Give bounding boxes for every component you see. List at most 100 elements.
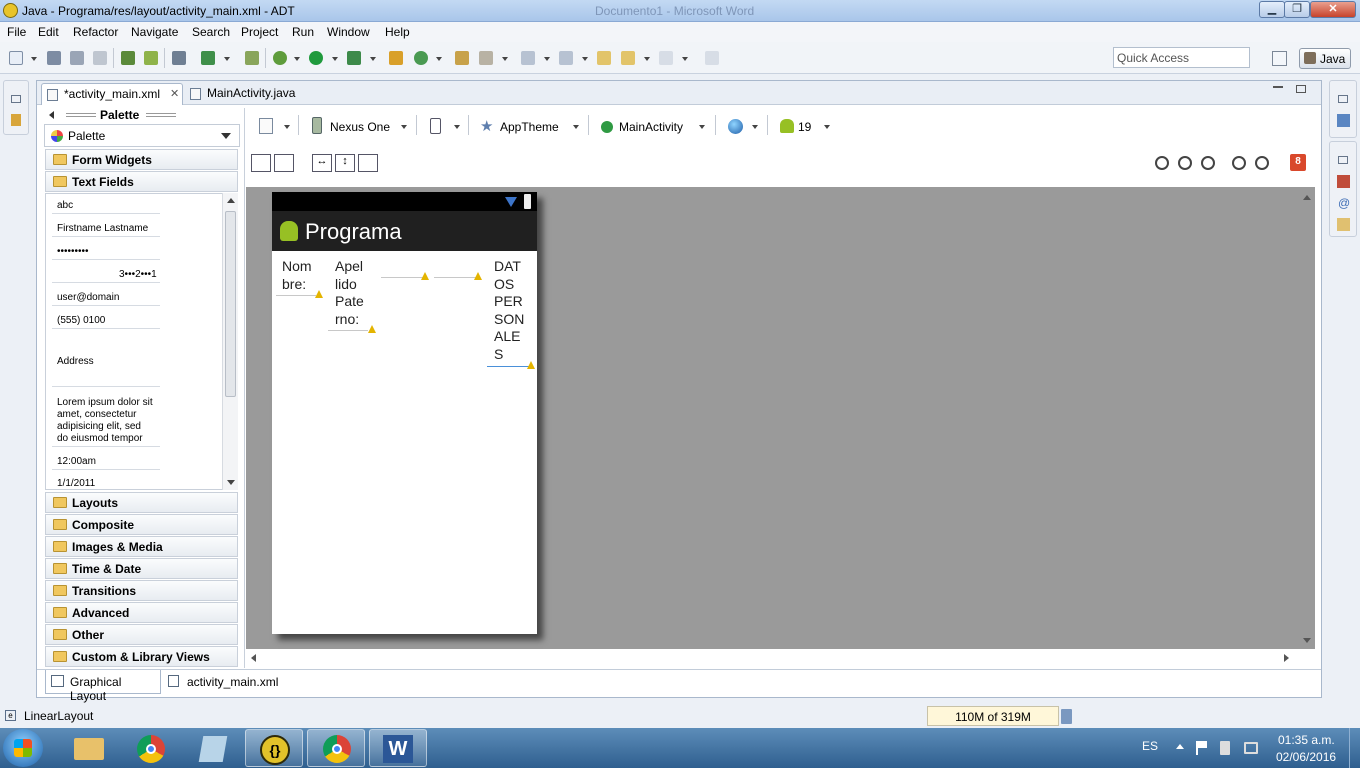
menu-window[interactable]: Window [327, 25, 370, 39]
debug-icon[interactable] [273, 51, 287, 65]
last-edit-icon[interactable] [597, 51, 611, 65]
palette-item-multiline-text[interactable]: Lorem ipsum dolor sit [57, 397, 153, 408]
orientation-icon[interactable] [430, 118, 441, 134]
palette-mode-dropdown[interactable]: Palette [44, 124, 240, 147]
save-all-icon[interactable] [70, 51, 84, 65]
menu-run[interactable]: Run [292, 25, 314, 39]
print-icon[interactable] [93, 51, 107, 65]
quick-access-input[interactable]: Quick Access [1113, 47, 1250, 68]
new-dropdown-icon[interactable] [31, 57, 37, 61]
save-icon[interactable] [47, 51, 61, 65]
menu-project[interactable]: Project [241, 25, 278, 39]
clock-time[interactable]: 01:35 a.m. [1278, 733, 1335, 747]
palette-category-text-fields[interactable]: Text Fields [45, 171, 238, 192]
palette-item-email[interactable]: user@domain [57, 292, 119, 303]
outline-icon[interactable] [1337, 114, 1350, 127]
close-tab-icon[interactable]: ✕ [170, 87, 179, 100]
palette-category-transitions[interactable]: Transitions [45, 580, 238, 601]
tab-main-activity-java[interactable]: MainActivity.java [185, 83, 315, 105]
menu-refactor[interactable]: Refactor [73, 25, 118, 39]
display-icon[interactable] [1244, 742, 1258, 754]
open-type-icon[interactable] [455, 51, 469, 65]
baseline-icon[interactable] [358, 154, 378, 172]
zoom-100-icon[interactable] [1201, 156, 1215, 170]
zoom-to-fit-icon[interactable] [1155, 156, 1169, 170]
scroll-left-icon[interactable] [251, 654, 256, 662]
maximize-button[interactable]: ❐ [1284, 1, 1310, 18]
android-project-icon[interactable] [245, 51, 259, 65]
clock-date[interactable]: 02/06/2016 [1276, 750, 1336, 764]
show-hidden-icons-icon[interactable] [1176, 744, 1184, 749]
scroll-down-icon[interactable] [1303, 638, 1311, 643]
back-icon[interactable] [621, 51, 635, 65]
language-indicator[interactable]: ES [1142, 739, 1158, 753]
zoom-real-size-icon[interactable] [1178, 156, 1192, 170]
lint-icon[interactable] [172, 51, 186, 65]
tab-activity-main-xml-source[interactable]: activity_main.xml [163, 670, 281, 694]
taskbar-chrome[interactable] [121, 729, 179, 767]
tab-graphical-layout[interactable]: Graphical Layout [45, 670, 161, 703]
restore-icon[interactable] [1338, 156, 1348, 164]
palette-item-plain-text[interactable]: abc [57, 200, 73, 211]
next-annotation-icon[interactable] [521, 51, 535, 65]
scroll-up-icon[interactable] [1303, 195, 1311, 200]
palette-item-postal-address[interactable]: Address [57, 356, 94, 367]
avd-manager-icon[interactable] [144, 51, 158, 65]
zoom-out-icon[interactable] [1232, 156, 1246, 170]
palette-category-advanced[interactable]: Advanced [45, 602, 238, 623]
minimize-button[interactable]: ▁ [1259, 1, 1285, 18]
palette-category-time-date[interactable]: Time & Date [45, 558, 238, 579]
garbage-collect-icon[interactable] [1061, 709, 1072, 724]
device-selector[interactable]: Nexus One [330, 120, 390, 134]
chevron-down-icon[interactable] [221, 133, 231, 139]
forward-icon[interactable] [659, 51, 673, 65]
palette-item-date[interactable]: 1/1/2011 [57, 478, 95, 489]
new-java-package-icon[interactable] [389, 51, 403, 65]
minimize-editor-icon[interactable] [1273, 86, 1283, 88]
show-desktop-button[interactable] [1349, 728, 1360, 768]
configuration-icon[interactable] [259, 118, 273, 134]
checkbox-icon[interactable] [201, 51, 215, 65]
palette-item-password[interactable]: ••••••••• [57, 246, 89, 257]
problems-icon[interactable] [1337, 175, 1350, 188]
scroll-up-icon[interactable] [227, 198, 235, 203]
package-explorer-icon[interactable] [11, 114, 21, 126]
palette-category-images-media[interactable]: Images & Media [45, 536, 238, 557]
taskbar-adt[interactable]: {} [245, 729, 303, 767]
menu-navigate[interactable]: Navigate [131, 25, 178, 39]
locale-globe-icon[interactable] [728, 119, 743, 134]
palette-category-other[interactable]: Other [45, 624, 238, 645]
toggle-fill-height-icon[interactable]: ↕ [335, 154, 355, 172]
taskbar-notes[interactable] [183, 729, 241, 767]
palette-category-composite[interactable]: Composite [45, 514, 238, 535]
zoom-in-icon[interactable] [1255, 156, 1269, 170]
restore-icon[interactable] [11, 95, 21, 103]
tab-activity-main-xml[interactable]: *activity_main.xml ✕ [41, 83, 183, 105]
theme-selector[interactable]: AppTheme [500, 120, 559, 134]
palette-item-phone[interactable]: (555) 0100 [57, 315, 105, 326]
sdk-manager-icon[interactable] [121, 51, 135, 65]
vertical-layout-icon[interactable] [274, 154, 294, 172]
previous-annotation-icon[interactable] [559, 51, 573, 65]
menu-help[interactable]: Help [385, 25, 410, 39]
api-level-selector[interactable]: 19 [798, 120, 811, 134]
horizontal-layout-icon[interactable] [251, 154, 271, 172]
search-tool-icon[interactable] [479, 51, 493, 65]
taskbar-chrome-window[interactable] [307, 729, 365, 767]
declaration-icon[interactable] [1337, 218, 1350, 231]
palette-item-time[interactable]: 12:00am [57, 456, 96, 467]
menu-edit[interactable]: Edit [38, 25, 59, 39]
scroll-down-icon[interactable] [227, 480, 235, 485]
palette-item-number-password[interactable]: 3•••2•••1 [119, 269, 157, 280]
new-icon[interactable] [9, 51, 23, 65]
pin-editor-icon[interactable] [705, 51, 719, 65]
menu-file[interactable]: File [7, 25, 26, 39]
toggle-fill-width-icon[interactable]: ↔ [312, 154, 332, 172]
run-icon[interactable] [309, 51, 323, 65]
canvas-horizontal-scrollbar[interactable] [246, 650, 1299, 666]
edittext-nombre[interactable] [381, 277, 423, 278]
new-java-class-icon[interactable] [414, 51, 428, 65]
palette-category-layouts[interactable]: Layouts [45, 492, 238, 513]
network-icon[interactable] [1220, 741, 1230, 755]
close-button[interactable]: ✕ [1310, 1, 1356, 18]
